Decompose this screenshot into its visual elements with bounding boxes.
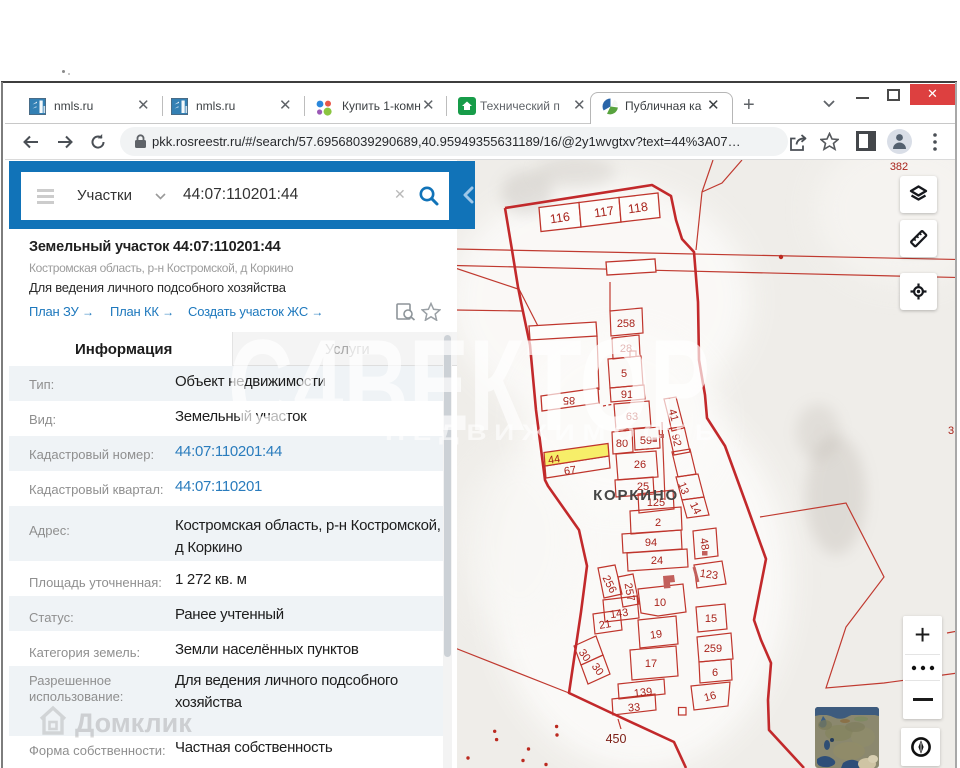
svg-text:21: 21 <box>598 618 612 632</box>
svg-text:48: 48 <box>697 537 711 551</box>
svg-text:2: 2 <box>655 517 661 529</box>
svg-text:123: 123 <box>699 568 719 582</box>
svg-text:44: 44 <box>547 453 561 467</box>
svg-text:КОРКИНО: КОРКИНО <box>593 487 679 504</box>
svg-text:92: 92 <box>669 433 683 447</box>
svg-text:118: 118 <box>627 200 649 217</box>
svg-text:116: 116 <box>549 210 571 227</box>
svg-text:85: 85 <box>563 394 575 406</box>
svg-text:24: 24 <box>651 555 663 567</box>
svg-text:28: 28 <box>620 343 632 355</box>
svg-text:94: 94 <box>645 537 657 549</box>
svg-text:5: 5 <box>621 368 627 380</box>
svg-text:80: 80 <box>616 438 628 450</box>
svg-text:10: 10 <box>654 597 666 609</box>
svg-text:259: 259 <box>704 643 722 655</box>
svg-text:15: 15 <box>705 613 717 625</box>
svg-text:139: 139 <box>633 686 653 700</box>
svg-text:63: 63 <box>626 411 638 423</box>
svg-text:33: 33 <box>627 701 640 714</box>
svg-text:382: 382 <box>890 161 908 173</box>
svg-text:19: 19 <box>649 628 663 642</box>
svg-text:258: 258 <box>617 318 635 330</box>
svg-text:91: 91 <box>621 389 633 401</box>
svg-text:117: 117 <box>593 204 615 221</box>
svg-text:67: 67 <box>563 464 577 478</box>
svg-text:143: 143 <box>609 607 629 621</box>
svg-text:26: 26 <box>634 459 646 471</box>
svg-text:6: 6 <box>712 667 718 679</box>
svg-text:450: 450 <box>606 732 627 746</box>
svg-text:3: 3 <box>948 425 954 437</box>
svg-text:17: 17 <box>645 658 657 670</box>
svg-text:59: 59 <box>640 435 652 447</box>
